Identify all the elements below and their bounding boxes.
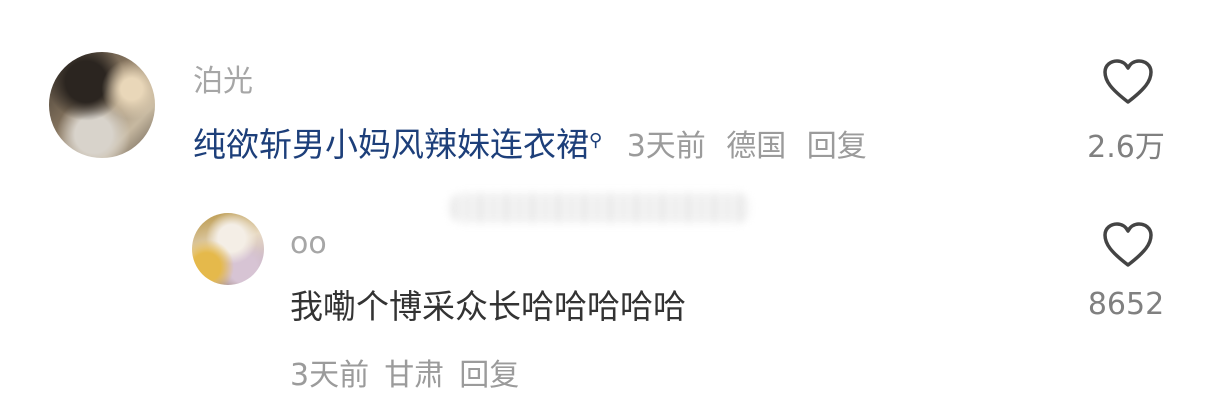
like-count: 2.6万 <box>1087 130 1165 165</box>
comment-time: 3天前 <box>290 358 370 393</box>
comment-location: 甘肃 <box>384 358 445 393</box>
reply-button[interactable]: 回复 <box>807 129 867 164</box>
comment-time: 3天前 <box>626 129 706 164</box>
comment-username[interactable]: oo <box>290 226 327 262</box>
like-button[interactable] <box>1101 58 1155 110</box>
reply-button[interactable]: 回复 <box>459 358 519 393</box>
like-count: 8652 <box>1087 287 1165 322</box>
avatar[interactable] <box>49 52 155 158</box>
search-link[interactable]: 纯欲斩男小妈风辣妹连衣裙 <box>193 125 589 164</box>
comment-location: 德国 <box>726 129 787 164</box>
avatar[interactable] <box>192 213 264 285</box>
like-button[interactable] <box>1101 221 1155 273</box>
comment-text: 我嘞个博采众长哈哈哈哈哈 <box>290 287 686 326</box>
comment-username[interactable]: 泊光 <box>193 64 253 100</box>
heart-icon <box>1103 222 1153 267</box>
blurred-text <box>450 193 750 223</box>
heart-icon <box>1103 59 1153 104</box>
search-icon[interactable]: ⚲ <box>589 130 602 151</box>
